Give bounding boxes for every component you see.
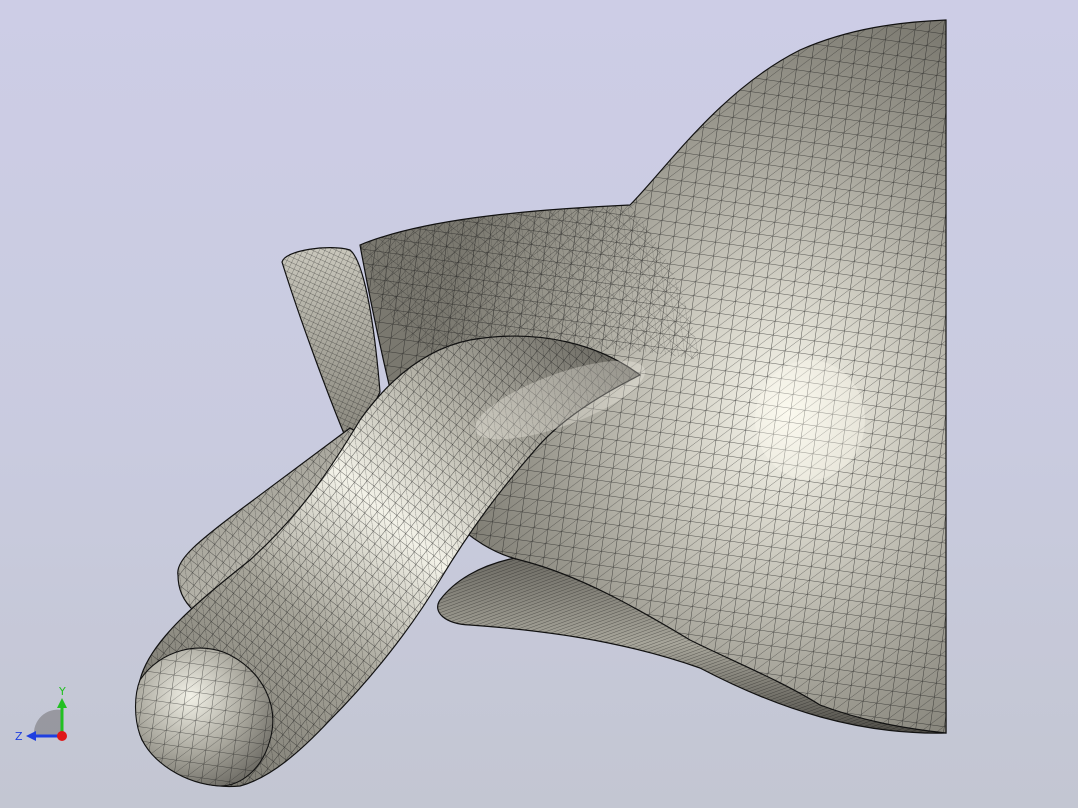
body-highlight <box>755 360 865 480</box>
3d-viewport[interactable]: Y Z <box>0 0 1078 808</box>
y-axis-label: Y <box>58 685 66 698</box>
coordinate-triad-icon[interactable]: Y Z <box>12 684 74 750</box>
z-axis-arrow <box>26 731 36 741</box>
x-axis-dot <box>57 731 67 741</box>
z-axis-label: Z <box>15 730 23 743</box>
y-axis-arrow <box>57 698 67 708</box>
mesh-model[interactable] <box>0 0 1078 808</box>
triad-arc <box>33 709 62 736</box>
